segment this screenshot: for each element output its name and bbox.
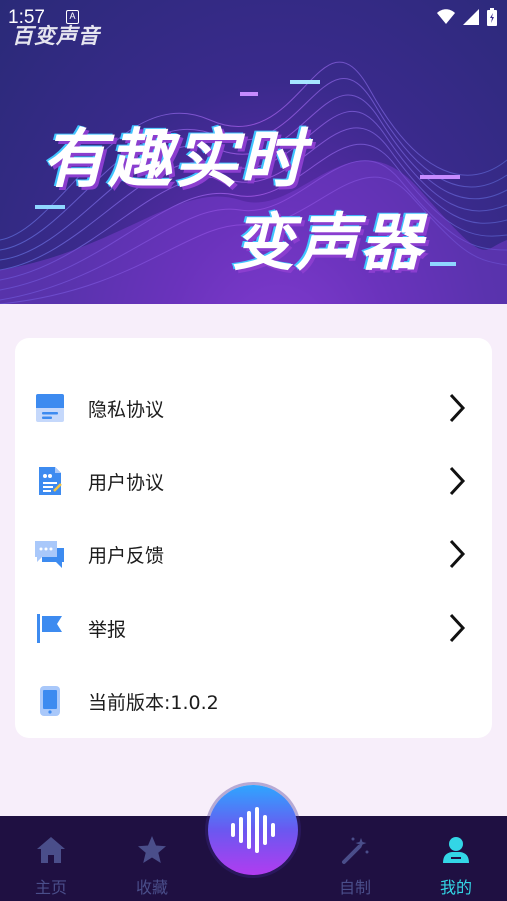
phone-icon: [40, 686, 60, 716]
glitch-bar: [240, 92, 258, 96]
menu-item-user-agreement[interactable]: 用户协议: [15, 453, 492, 509]
chevron-right-icon: [449, 539, 466, 569]
nav-label: 我的: [439, 878, 472, 897]
nav-home[interactable]: 主页: [11, 816, 91, 901]
menu-item-label: 用户协议: [88, 471, 165, 494]
nav-label: 自制: [338, 878, 371, 897]
menu-item-report[interactable]: 举报: [15, 600, 492, 656]
status-icons: [437, 8, 497, 26]
menu-item-label: 隐私协议: [88, 398, 165, 421]
app-name-logo: 百变声音: [12, 24, 100, 48]
home-icon: [37, 837, 65, 863]
user-icon: [443, 837, 469, 863]
chevron-right-icon: [449, 466, 466, 496]
nav-favorites[interactable]: 收藏: [112, 816, 192, 901]
version-text: 当前版本:1.0.2: [88, 691, 219, 714]
star-icon: [138, 836, 166, 863]
contract-doc-icon: [39, 467, 62, 495]
signal-icon: [463, 9, 479, 25]
chevron-right-icon: [449, 393, 466, 423]
headline-line2: 变声器: [232, 206, 425, 279]
nav-label: 收藏: [135, 878, 168, 897]
sound-wave-icon: [231, 807, 275, 853]
chevron-right-icon: [449, 613, 466, 643]
glitch-bar: [290, 80, 320, 84]
battery-icon: [487, 8, 497, 26]
save-doc-icon: [36, 394, 64, 422]
glitch-bar: [420, 175, 460, 179]
glitch-bar: [430, 262, 456, 266]
headline-line1: 有趣实时: [42, 123, 306, 197]
nav-mine[interactable]: 我的: [416, 816, 496, 901]
record-voice-button[interactable]: [208, 785, 298, 875]
menu-item-privacy-policy[interactable]: 隐私协议: [15, 380, 492, 436]
chat-bubbles-icon: [35, 541, 64, 568]
nav-custom[interactable]: 自制: [315, 816, 395, 901]
wifi-icon: [437, 9, 455, 24]
hero-banner: 1:57 A 百变声音 有趣实时 变声器: [0, 0, 507, 304]
menu-item-version: 当前版本:1.0.2: [15, 673, 492, 729]
menu-item-feedback[interactable]: 用户反馈: [15, 526, 492, 582]
glitch-bar: [35, 205, 65, 209]
nav-label: 主页: [34, 878, 67, 897]
menu-item-label: 举报: [88, 618, 127, 641]
magic-wand-icon: [342, 837, 369, 864]
flag-icon: [37, 614, 62, 643]
settings-menu-card: 隐私协议 用户协议 用户反馈 举报 当前版本:1.0.2: [15, 338, 492, 738]
menu-item-label: 用户反馈: [88, 544, 165, 567]
